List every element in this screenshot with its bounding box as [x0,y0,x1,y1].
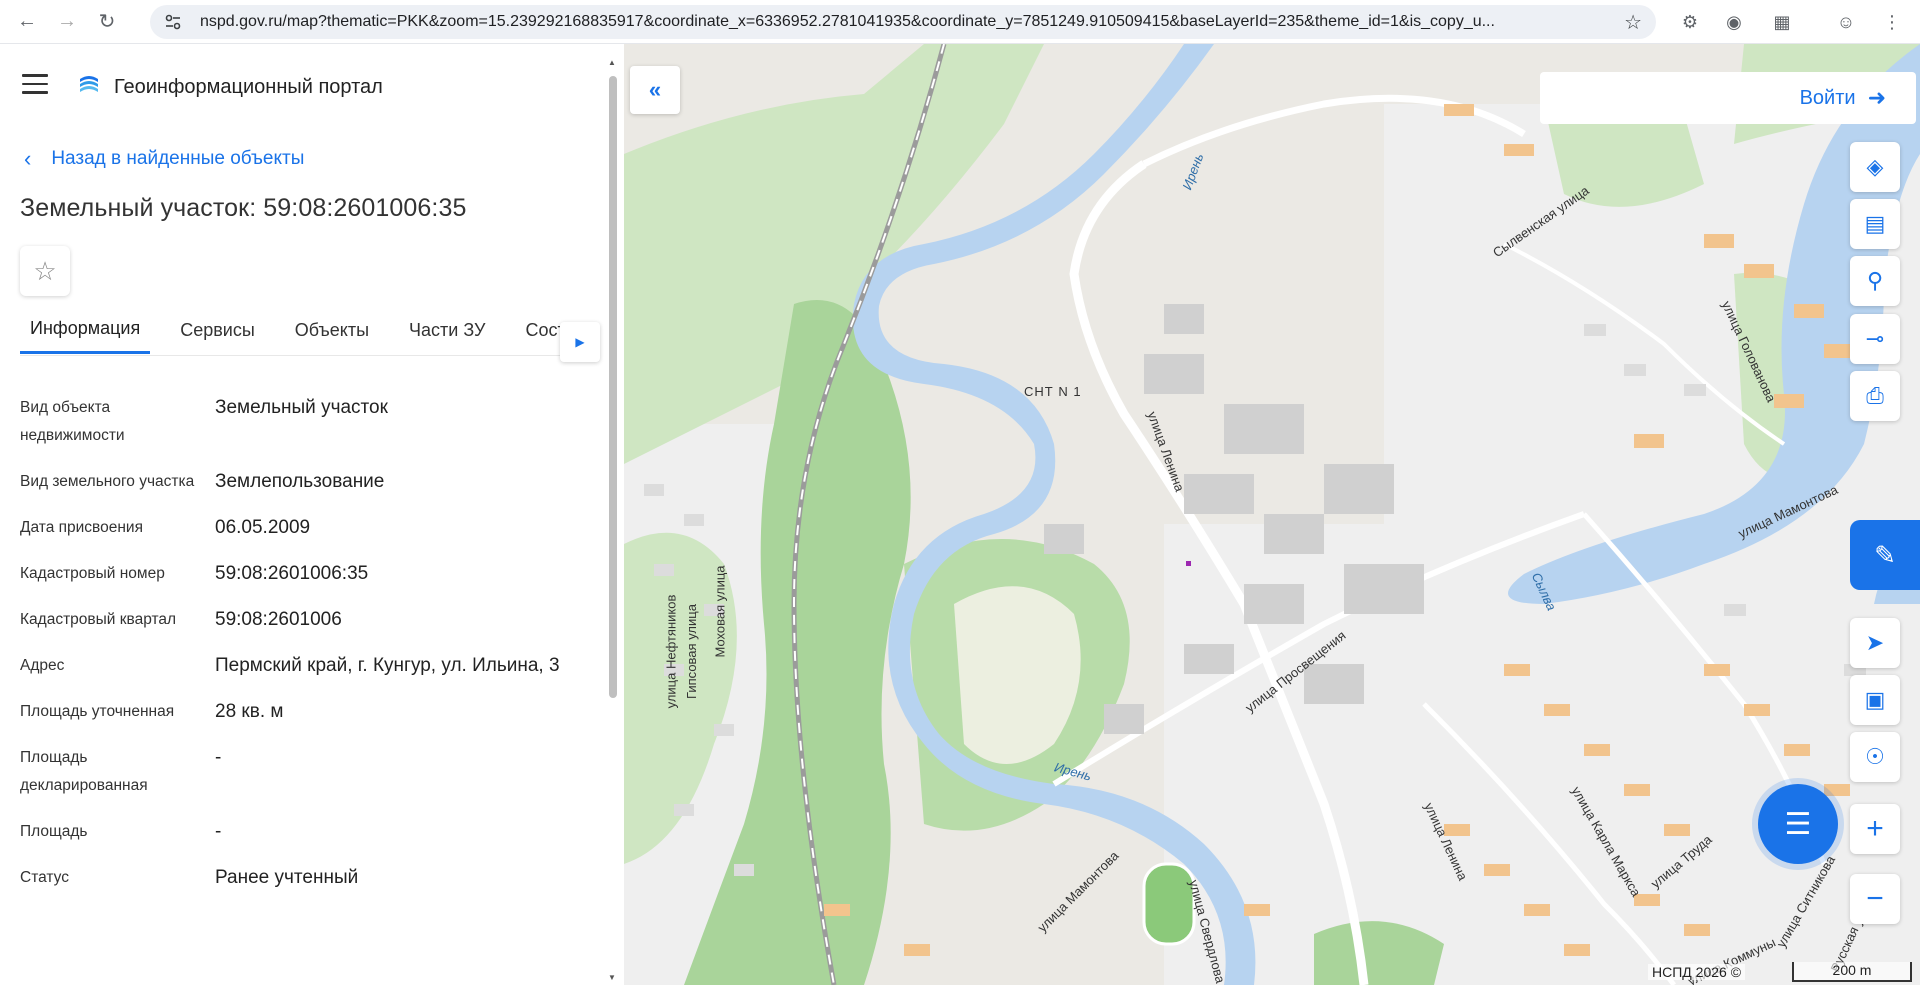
portal-logo-icon [76,73,102,99]
login-button[interactable]: Войти ➜ [1540,72,1916,124]
info-row: Статус Ранее учтенный [20,864,600,892]
info-label: Площадь декларированная [20,749,148,794]
chevron-left-icon: ‹ [24,146,32,171]
collapse-panel-button[interactable]: « [630,66,680,114]
url-text: nspd.gov.ru/map?thematic=PKK&zoom=15.239… [200,13,1495,30]
minimap-icon: ▣ [1864,687,1886,712]
navigation-arrow-icon: ➤ [1865,630,1885,655]
hamburger-menu-icon[interactable] [22,74,48,94]
area-search-icon: ⚲ [1866,268,1884,293]
info-label: Площадь [20,823,88,840]
plus-icon: + [1866,812,1884,845]
tabs-scroll-right-button[interactable]: ▶ [560,322,600,362]
minus-icon: − [1866,882,1884,915]
info-label: Кадастровый квартал [20,611,177,628]
scroll-up-icon[interactable]: ▲ [607,58,617,67]
locate-icon: ☉ [1865,744,1885,769]
chat-support-button[interactable]: ☰ [1758,784,1838,864]
login-label: Войти [1799,86,1856,109]
back-arrow-icon[interactable]: ← [10,5,44,39]
bookmark-star-icon[interactable]: ☆ [1624,10,1642,35]
info-value: Ранее учтенный [215,867,359,888]
tab-information[interactable]: Информация [20,306,151,354]
layers-icon: ◈ [1866,154,1884,179]
info-label: Вид земельного участка [20,473,195,490]
layers-button[interactable]: ◈ [1850,142,1900,192]
map-label-street: улица Нефтяников [663,594,679,709]
share-icon: ⊸ [1865,326,1885,351]
minimap-button[interactable]: ▣ [1850,675,1900,725]
reload-icon[interactable]: ↻ [90,5,124,39]
tab-bar: Информация Сервисы Объекты Части ЗУ Сост… [20,306,600,356]
info-value: 28 кв. м [215,701,284,722]
info-row: Кадастровый номер 59:08:2601006:35 [20,560,600,588]
back-to-results-link[interactable]: ‹ Назад в найденные объекты [24,146,304,172]
scrollbar-thumb[interactable] [609,76,617,698]
info-list: Вид объекта недвижимости Земельный участ… [20,394,600,910]
info-row: Вид земельного участка Землепользование [20,468,600,496]
info-label: Вид объекта недвижимости [20,399,125,444]
object-info-panel: Геоинформационный портал ‹ Назад в найде… [0,44,624,985]
info-label: Адрес [20,657,65,674]
map-basemap [624,44,1920,985]
info-value: - [215,821,222,842]
print-button[interactable]: ⎙ [1850,371,1900,421]
profile-icon[interactable]: ☺ [1834,10,1858,34]
map-scale-bar: 200 m [1792,962,1912,982]
info-value: 59:08:2601006:35 [215,563,369,584]
panel-scrollbar[interactable]: ▲ ▼ [607,58,617,982]
info-value: 59:08:2601006 [215,609,342,630]
extension-icon[interactable]: ⚙ [1678,10,1702,34]
favorite-star-button[interactable]: ☆ [20,246,70,296]
area-search-button[interactable]: ⚲ [1850,256,1900,306]
portal-title: Геоинформационный портал [114,76,383,98]
info-row: Кадастровый квартал 59:08:2601006 [20,606,600,634]
browser-toolbar: ← → ↻ nspd.gov.ru/map?thematic=PKK&zoom=… [0,0,1920,44]
ruler-icon: ▤ [1864,211,1886,236]
info-row: Площадь - [20,818,600,846]
more-menu-icon[interactable]: ⋮ [1880,10,1904,34]
info-row: Дата присвоения 06.05.2009 [20,514,600,542]
scroll-down-icon[interactable]: ▼ [607,973,617,982]
extensions-puzzle-icon[interactable]: ▦ [1770,10,1794,34]
map-attribution: НСПД 2026 © [1648,964,1746,980]
map-label-street: Моховая улица [712,565,728,658]
map-label-snt: СНТ N 1 [1024,384,1082,399]
info-label: Дата присвоения [20,519,143,536]
info-value: Пермский край, г. Кунгур, ул. Ильина, 3 [215,655,560,676]
tab-services[interactable]: Сервисы [170,306,265,354]
info-label: Кадастровый номер [20,565,165,582]
forward-arrow-icon[interactable]: → [50,5,84,39]
map-label-street: Гипсовая улица [683,604,699,699]
info-row: Площадь уточненная 28 кв. м [20,698,600,726]
zoom-out-button[interactable]: − [1850,874,1900,924]
map-canvas[interactable]: СНТ N 1 Ирень Ирень Сылва улица Ленина у… [624,44,1920,985]
ruler-button[interactable]: ▤ [1850,199,1900,249]
info-row: Вид объекта недвижимости Земельный участ… [20,394,600,450]
info-label: Площадь уточненная [20,703,175,720]
zoom-in-button[interactable]: + [1850,804,1900,854]
site-info-icon[interactable] [158,7,188,37]
info-row: Адрес Пермский край, г. Кунгур, ул. Ильи… [20,652,600,680]
address-bar[interactable]: nspd.gov.ru/map?thematic=PKK&zoom=15.239… [150,5,1656,39]
assistant-button[interactable]: ✎ [1850,520,1920,590]
info-value: - [215,747,222,768]
info-value: Земельный участок [215,397,388,418]
share-button[interactable]: ⊸ [1850,314,1900,364]
info-value: 06.05.2009 [215,517,311,538]
geolocation-button[interactable]: ➤ [1850,618,1900,668]
back-link-label: Назад в найденные объекты [51,148,305,169]
extension-record-icon[interactable]: ◉ [1722,10,1746,34]
print-icon: ⎙ [1866,383,1884,408]
login-icon: ➜ [1867,85,1886,110]
assistant-icon: ✎ [1874,539,1896,570]
tab-objects[interactable]: Объекты [285,306,379,354]
object-title: Земельный участок: 59:08:2601006:35 [20,194,467,222]
tab-parts[interactable]: Части ЗУ [399,306,495,354]
info-label: Статус [20,869,69,886]
info-value: Землепользование [215,471,385,492]
info-row: Площадь декларированная - [20,744,600,800]
chat-bubble-icon: ☰ [1784,807,1812,841]
locate-object-button[interactable]: ☉ [1850,732,1900,782]
